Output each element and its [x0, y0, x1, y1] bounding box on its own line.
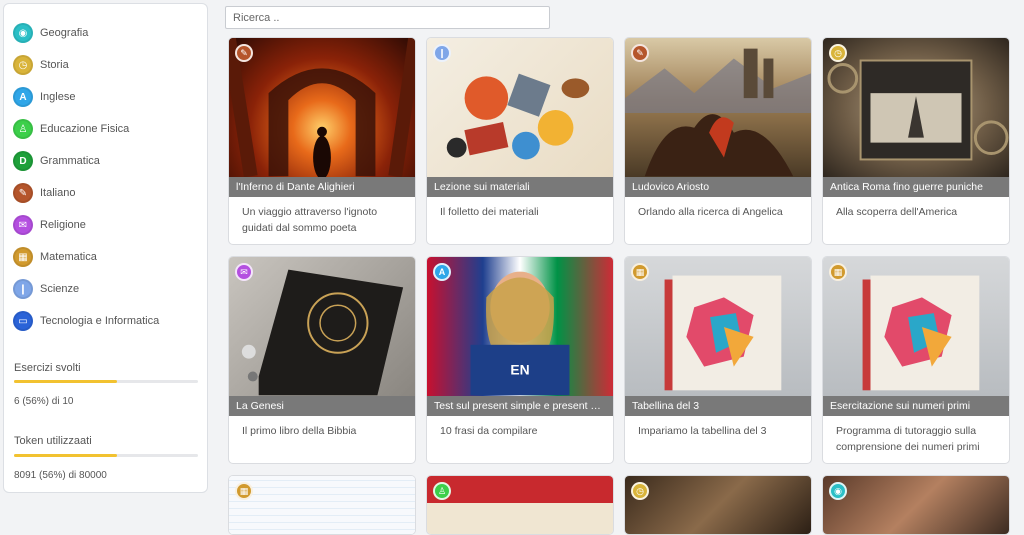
card-image-roma: [823, 38, 1009, 177]
sidebar-item-storia[interactable]: ◷ Storia: [13, 53, 69, 77]
sidebar-item-label: Italiano: [40, 187, 76, 199]
card-description: Un viaggio attraverso l'ignoto guidati d…: [242, 206, 378, 234]
card-title: Antica Roma fino guerre puniche: [823, 177, 1009, 197]
sidebar-item-label: Inglese: [40, 91, 76, 103]
search-input[interactable]: [225, 6, 550, 29]
card-image-geography: [823, 476, 1009, 534]
card-image-tabellina: [625, 257, 811, 396]
card-title: Esercitazione sui numeri primi: [823, 396, 1009, 416]
pen-icon: ✎: [13, 183, 33, 203]
sidebar-item-grammatica[interactable]: D Grammatica: [13, 149, 100, 173]
card-description: Orlando alla ricerca di Angelica: [638, 206, 783, 218]
sidebar-item-tecnologia-informatica[interactable]: ▭ Tecnologia e Informatica: [13, 309, 159, 333]
calculator-icon: ▦: [235, 482, 253, 500]
card-description: Il primo libro della Bibbia: [242, 425, 357, 437]
card-title: Tabellina del 3: [625, 396, 811, 416]
sidebar-item-italiano[interactable]: ✎ Italiano: [13, 181, 75, 205]
sidebar-item-scienze[interactable]: ❙ Scienze: [13, 277, 79, 301]
translate-icon: A: [433, 263, 451, 281]
globe-icon: ◉: [829, 482, 847, 500]
clock-icon: ◷: [13, 55, 33, 75]
clock-icon: ◷: [829, 44, 847, 62]
sidebar-item-educazione-fisica[interactable]: ♙ Educazione Fisica: [13, 117, 129, 141]
tokens-label: Token utilizzaati: [14, 435, 92, 447]
card-description: Programma di tutoraggio sulla comprensio…: [836, 425, 980, 453]
clock-icon: ◷: [631, 482, 649, 500]
exercises-label: Esercizi svolti: [14, 362, 81, 374]
calculator-icon: ▦: [13, 247, 33, 267]
card-image-english: EN: [427, 257, 613, 396]
svg-text:EN: EN: [510, 361, 529, 377]
card-partial-1[interactable]: ▦: [228, 475, 416, 535]
card-numeri-primi[interactable]: ▦ Esercitazione sui numeri primi Program…: [822, 256, 1010, 464]
card-tabellina[interactable]: ▦ Tabellina del 3 Impariamo la tabellina…: [624, 256, 812, 464]
card-description: Il folletto dei materiali: [440, 206, 539, 218]
card-image-materiali: [427, 38, 613, 177]
card-inferno-dante[interactable]: ✎ l'Inferno di Dante Alighieri Un viaggi…: [228, 37, 416, 245]
sidebar-item-label: Storia: [40, 59, 69, 71]
sidebar-item-label: Educazione Fisica: [40, 123, 130, 135]
person-icon: ♙: [13, 119, 33, 139]
sidebar-item-label: Scienze: [40, 283, 80, 295]
translate-icon: A: [13, 87, 33, 107]
card-description: 10 frasi da compilare: [440, 425, 538, 437]
card-title: Ludovico Ariosto: [625, 177, 811, 197]
card-title: Test sul present simple e present co...: [427, 396, 613, 416]
pen-icon: ✎: [631, 44, 649, 62]
card-image-genesi: [229, 257, 415, 396]
tokens-value: 8091 (56%) di 80000: [14, 470, 107, 481]
chat-icon: ✉: [235, 263, 253, 281]
chat-icon: ✉: [13, 215, 33, 235]
card-title: Lezione sui materiali: [427, 177, 613, 197]
card-image-physical-education: [427, 476, 613, 534]
card-image-inferno: [229, 38, 415, 180]
globe-icon: ◉: [13, 23, 33, 43]
sidebar-item-label: Geografia: [40, 27, 89, 39]
exercises-progress-bar: [14, 380, 198, 383]
sidebar-item-religione[interactable]: ✉ Religione: [13, 213, 86, 237]
exercises-progress-fill: [14, 380, 118, 383]
card-image-history-3: [625, 476, 811, 534]
sidebar-item-label: Tecnologia e Informatica: [40, 315, 160, 327]
card-antica-roma[interactable]: ◷ Antica Roma fino guerre puniche Alla s…: [822, 37, 1010, 245]
sidebar-item-label: Religione: [40, 219, 86, 231]
thermometer-icon: ❙: [13, 279, 33, 299]
card-image-ariosto: [625, 38, 811, 177]
thermometer-icon: ❙: [433, 44, 451, 62]
card-title: l'Inferno di Dante Alighieri: [229, 177, 415, 197]
sidebar-item-inglese[interactable]: A Inglese: [13, 85, 75, 109]
tokens-progress-fill: [14, 454, 118, 457]
person-icon: ♙: [433, 482, 451, 500]
sidebar-item-matematica[interactable]: ▦ Matematica: [13, 245, 97, 269]
card-ariosto[interactable]: ✎ Ludovico Ariosto Orlando alla ricerca …: [624, 37, 812, 245]
exercises-value: 6 (56%) di 10: [14, 396, 74, 407]
monitor-icon: ▭: [13, 311, 33, 331]
pen-icon: ✎: [235, 44, 253, 62]
card-materiali[interactable]: ❙ Lezione sui materiali Il folletto dei …: [426, 37, 614, 245]
sidebar-item-label: Grammatica: [40, 155, 100, 167]
card-genesi[interactable]: ✉ La Genesi Il primo libro della Bibbia: [228, 256, 416, 464]
sidebar: ◉ Geografia ◷ Storia A Inglese ♙ Educazi…: [3, 3, 208, 493]
sidebar-item-geografia[interactable]: ◉ Geografia: [13, 21, 88, 45]
card-description: Impariamo la tabellina del 3: [638, 425, 767, 437]
card-image-math-notebook: [229, 476, 415, 534]
sidebar-item-label: Matematica: [40, 251, 97, 263]
book-icon: D: [13, 151, 33, 171]
tokens-progress-bar: [14, 454, 198, 457]
card-description: Alla scoperra dell'America: [836, 206, 958, 218]
card-partial-4[interactable]: ◉: [822, 475, 1010, 535]
calculator-icon: ▦: [829, 263, 847, 281]
card-present-simple[interactable]: EN A Test sul present simple e present c…: [426, 256, 614, 464]
calculator-icon: ▦: [631, 263, 649, 281]
card-image-numeri-primi: [823, 257, 1009, 396]
card-title: La Genesi: [229, 396, 415, 416]
card-partial-3[interactable]: ◷: [624, 475, 812, 535]
card-partial-2[interactable]: ♙: [426, 475, 614, 535]
